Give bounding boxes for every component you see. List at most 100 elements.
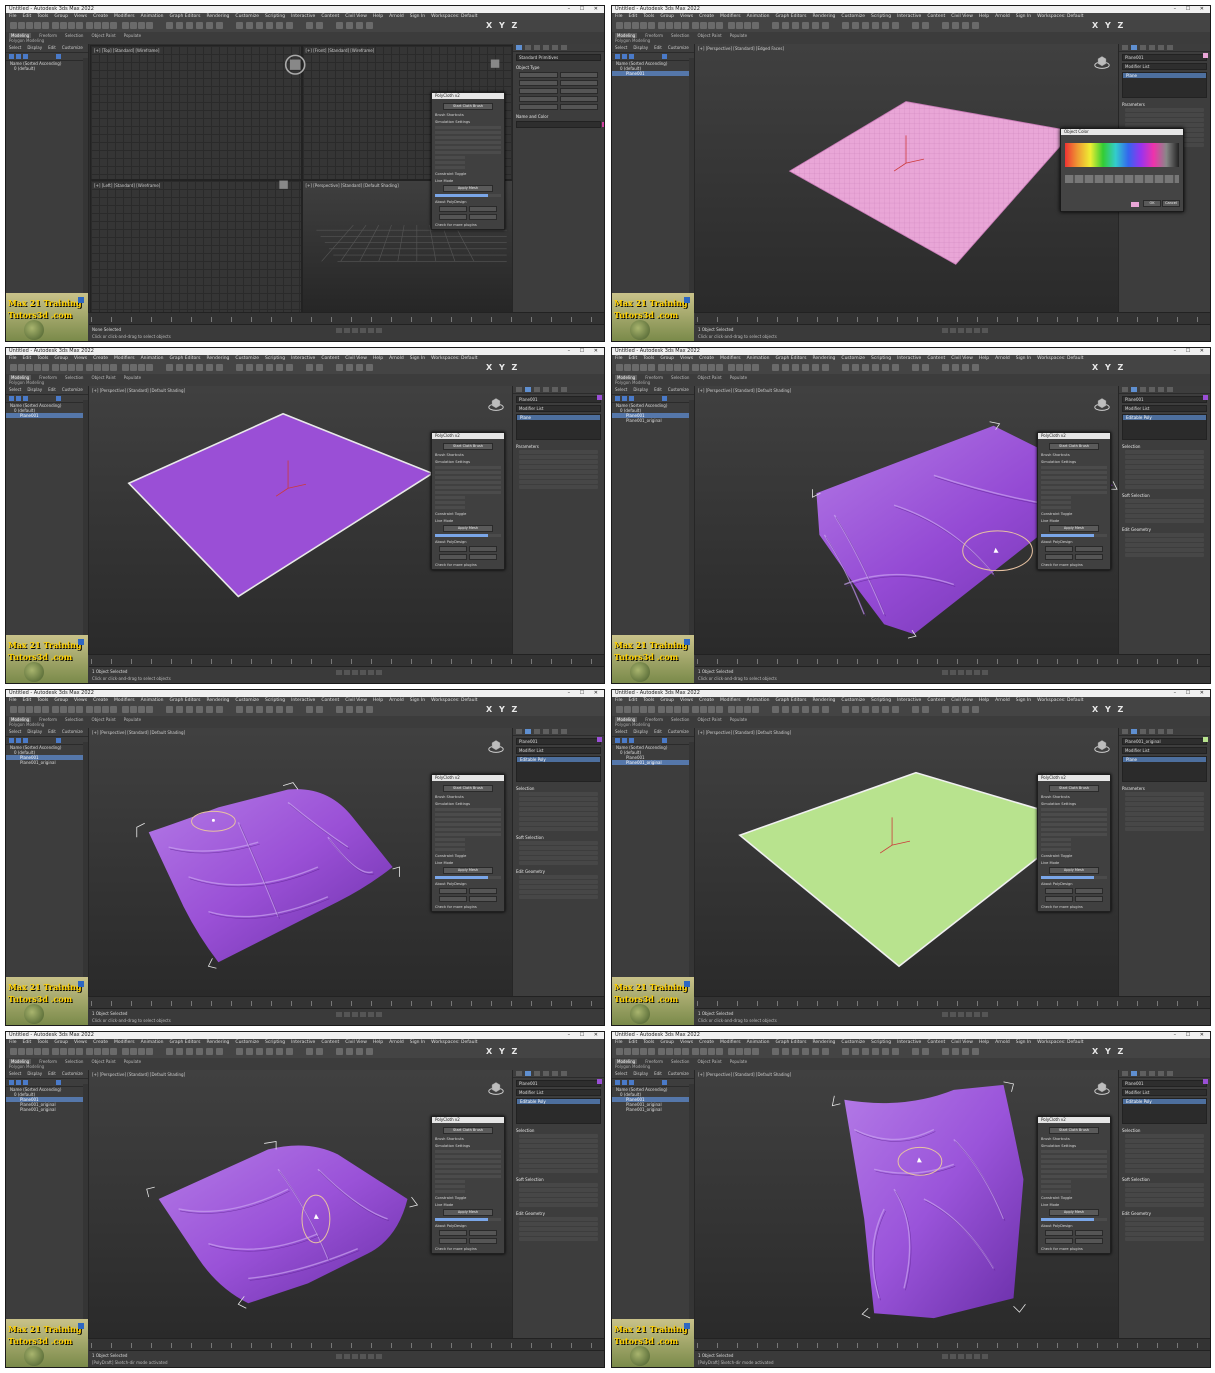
menu-item[interactable]: Civil View (951, 1039, 973, 1046)
command-tab-icon[interactable] (516, 45, 522, 50)
command-tab-icon[interactable] (1131, 1071, 1137, 1076)
toolbar-tool-icon[interactable] (912, 364, 919, 371)
toolbar-tool-icon[interactable] (146, 706, 153, 713)
modifier-stack-item[interactable]: Plane (1123, 73, 1206, 78)
toolbar-tool-icon[interactable] (728, 1048, 735, 1055)
toolbar-tool-icon[interactable] (176, 364, 183, 371)
playback-button[interactable] (352, 1012, 359, 1017)
menu-item[interactable]: Group (54, 697, 68, 704)
toolbar-tool-icon[interactable] (122, 22, 129, 29)
object-type-button[interactable] (559, 72, 598, 78)
parameter-row[interactable] (519, 1159, 598, 1163)
ribbon-tab[interactable]: Populate (730, 33, 747, 38)
menu-item[interactable]: Rendering (206, 13, 229, 20)
toolbar-tool-icon[interactable] (176, 1048, 183, 1055)
toolbar-tool-icon[interactable] (110, 706, 117, 713)
toolbar-tool-icon[interactable] (366, 364, 373, 371)
ribbon-tab[interactable]: Selection (65, 33, 83, 38)
parameter-row[interactable] (1125, 1198, 1204, 1202)
modifier-stack-item[interactable]: Editable Poly (517, 1099, 600, 1104)
toolbar-tool-icon[interactable] (802, 22, 809, 29)
toolbar-tool-icon[interactable] (700, 1048, 707, 1055)
toolbar-tool-icon[interactable] (94, 1048, 101, 1055)
parameter-row[interactable] (519, 822, 598, 826)
menu-item[interactable]: File (9, 355, 17, 362)
playback-button[interactable] (982, 670, 989, 675)
object-color-swatch[interactable] (1203, 395, 1208, 400)
command-tab-icon[interactable] (1122, 1071, 1128, 1076)
object-type-button[interactable] (519, 80, 558, 86)
toolbar-tool-icon[interactable] (632, 706, 639, 713)
menu-item[interactable]: Rendering (812, 697, 835, 704)
parameter-row[interactable] (519, 885, 598, 889)
playback-button[interactable] (942, 328, 949, 333)
playback-button[interactable] (360, 328, 367, 333)
toolbar-tool-icon[interactable] (624, 22, 631, 29)
filter-icon[interactable] (9, 1080, 14, 1085)
simulation-setting-row[interactable] (435, 833, 501, 836)
about-button[interactable] (439, 214, 467, 220)
toolbar-tool-icon[interactable] (266, 1048, 273, 1055)
toolbar-tool-icon[interactable] (10, 706, 17, 713)
toolbar-tool-icon[interactable] (962, 1048, 969, 1055)
command-tab-icon[interactable] (1140, 1071, 1146, 1076)
playback-button[interactable] (336, 670, 343, 675)
toolbar-tool-icon[interactable] (736, 22, 743, 29)
menu-item[interactable]: Workspaces: Default (431, 1039, 477, 1046)
toolbar-tool-icon[interactable] (962, 22, 969, 29)
toolbar-tool-icon[interactable] (952, 706, 959, 713)
toolbar-tool-icon[interactable] (122, 364, 129, 371)
rollout-header[interactable]: Soft Selection (516, 1177, 601, 1182)
toolbar-tool-icon[interactable] (316, 22, 323, 29)
simulation-setting-row[interactable] (1041, 823, 1107, 826)
ribbon-tab[interactable]: Object Paint (91, 717, 115, 722)
option-checkbox[interactable] (435, 848, 465, 851)
toolbar-tool-icon[interactable] (792, 706, 799, 713)
parameter-row[interactable] (519, 1144, 598, 1148)
parameter-row[interactable] (1125, 1159, 1204, 1163)
toolbar-tool-icon[interactable] (772, 22, 779, 29)
toolbar-tool-icon[interactable] (952, 22, 959, 29)
strength-slider[interactable] (435, 876, 501, 879)
object-name-field[interactable]: Plane001 (1122, 396, 1207, 403)
filter-icon[interactable] (16, 738, 21, 743)
toolbar-tool-icon[interactable] (206, 1048, 213, 1055)
rollout-header[interactable]: Edit Geometry (1122, 1211, 1207, 1216)
menu-item[interactable]: Modifiers (720, 1039, 741, 1046)
command-tab-icon[interactable] (1149, 729, 1155, 734)
playback-button[interactable] (368, 670, 375, 675)
parameter-row[interactable] (519, 465, 598, 469)
menu-item[interactable]: Scripting (871, 697, 891, 704)
menu-item[interactable]: Views (680, 13, 693, 20)
toolbar-tool-icon[interactable] (862, 364, 869, 371)
toolbar-tool-icon[interactable] (700, 706, 707, 713)
window-controls[interactable]: – ☐ ✕ (568, 1032, 602, 1039)
menu-item[interactable]: Modifiers (720, 355, 741, 362)
toolbar-tool-icon[interactable] (356, 1048, 363, 1055)
toolbar-tool-icon[interactable] (366, 22, 373, 29)
about-button[interactable] (439, 1230, 467, 1236)
ribbon-tab[interactable]: Object Paint (697, 33, 721, 38)
option-checkbox[interactable] (1041, 843, 1071, 846)
toolbar-tool-icon[interactable] (648, 1048, 655, 1055)
toolbar-tool-icon[interactable] (842, 22, 849, 29)
object-color-swatch[interactable] (1203, 53, 1208, 58)
menu-item[interactable]: Views (74, 1039, 87, 1046)
menu-item[interactable]: Animation (141, 1039, 164, 1046)
command-tab-icon[interactable] (1149, 387, 1155, 392)
menu-item[interactable]: Edit (23, 1039, 32, 1046)
toolbar-tool-icon[interactable] (122, 1048, 129, 1055)
check-plugins-link[interactable]: Check for more plugins (435, 905, 501, 909)
toolbar-tool-icon[interactable] (616, 22, 623, 29)
explorer-row[interactable]: Plane001_original (612, 418, 694, 423)
simulation-setting-row[interactable] (1041, 491, 1107, 494)
parameter-row[interactable] (519, 460, 598, 464)
toolbar-tool-icon[interactable] (852, 1048, 859, 1055)
menu-item[interactable]: Sign In (410, 697, 425, 704)
modifier-list-dropdown[interactable]: Modifier List (1122, 405, 1207, 412)
parameter-row[interactable] (1125, 1169, 1204, 1173)
explorer-tab[interactable]: Customize (62, 45, 83, 51)
toolbar-tool-icon[interactable] (276, 364, 283, 371)
toolbar-tool-icon[interactable] (802, 1048, 809, 1055)
menu-item[interactable]: Arnold (995, 697, 1010, 704)
